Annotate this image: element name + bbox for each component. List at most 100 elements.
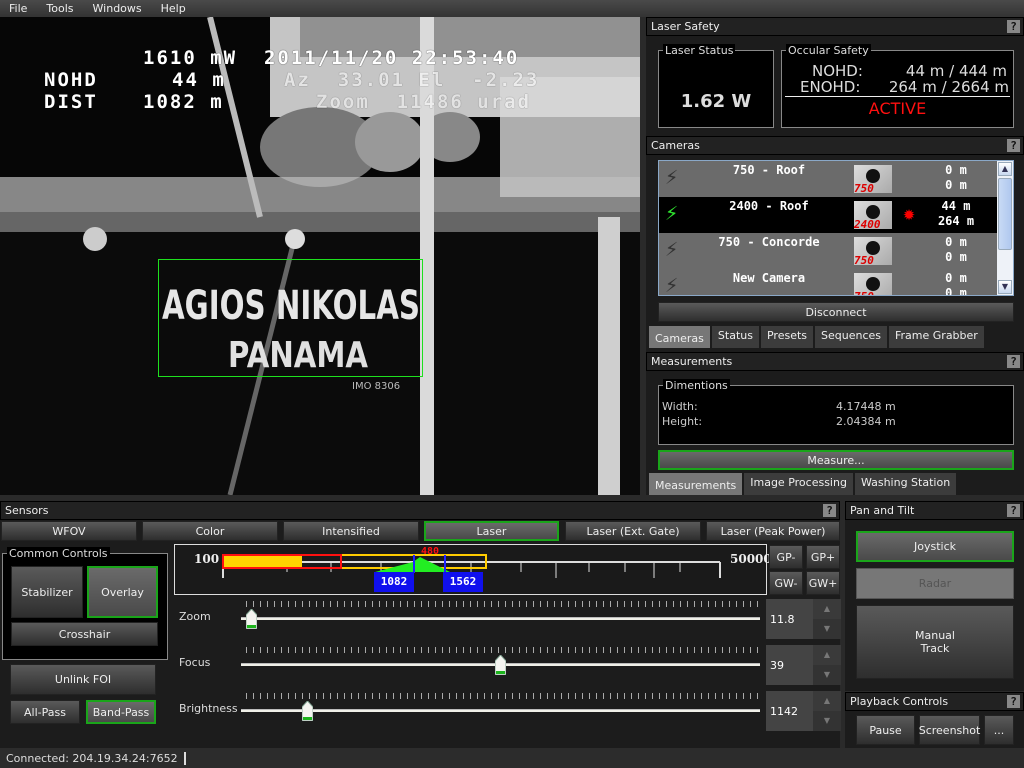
focus-value[interactable]: 39 <box>766 645 813 685</box>
pan-tilt-title-text: Pan and Tilt <box>850 504 915 517</box>
sensors-title-text: Sensors <box>5 504 49 517</box>
camera-row[interactable]: ⚡ 750 - Concorde 750 0 m0 m <box>659 233 999 269</box>
menu-help[interactable]: Help <box>152 2 196 15</box>
laser-power-value: 1.62 W <box>680 91 752 112</box>
range-gate-widget[interactable]: 100 50000 480 1082 1562 <box>174 544 772 595</box>
mode-color-button[interactable]: Color <box>142 521 278 541</box>
focus-spinbox[interactable]: 39 ▲ ▼ <box>766 645 841 685</box>
brightness-slider[interactable] <box>241 709 760 712</box>
gp-minus-button[interactable]: GP- <box>769 545 803 569</box>
help-icon[interactable]: ? <box>823 504 836 517</box>
manual-track-button[interactable]: Manual Track <box>856 605 1014 679</box>
pan-tilt-panel: Pan and Tilt ? Joystick Radar Manual Tra… <box>845 501 1024 691</box>
ocular-safety-group: Occular Safety NOHD: 44 m / 444 m ENOHD:… <box>781 44 1014 128</box>
spin-up-icon[interactable]: ▲ <box>813 645 841 665</box>
spin-down-icon[interactable]: ▼ <box>813 619 841 639</box>
height-label: Height: <box>662 415 703 428</box>
osd-nohd-label: NOHD <box>44 69 98 91</box>
tab-sequences[interactable]: Sequences <box>815 326 887 348</box>
laser-safety-panel: Laser Safety ? Laser Status 1.62 W Occul… <box>646 17 1024 135</box>
brightness-spinbox[interactable]: 1142 ▲ ▼ <box>766 691 841 731</box>
measurements-tabs: Measurements Image Processing Washing St… <box>649 473 957 495</box>
unlink-foi-button[interactable]: Unlink FOI <box>10 664 156 695</box>
crosshair-button[interactable]: Crosshair <box>11 622 158 646</box>
brightness-slider-thumb[interactable] <box>301 701 313 721</box>
zoom-slider-thumb[interactable] <box>246 609 258 629</box>
scroll-up-icon[interactable]: ▲ <box>998 162 1012 176</box>
help-icon[interactable]: ? <box>1007 504 1020 517</box>
camera-list[interactable]: ⚡ 750 - Roof 750 0 m0 m ⚡ 2400 - Roof 24… <box>658 160 1014 296</box>
mode-laser-button[interactable]: Laser <box>424 521 559 541</box>
camera-row[interactable]: ⚡ New Camera 750 0 m0 m <box>659 269 999 295</box>
osd-dist-label: DIST <box>44 91 98 113</box>
camera-row[interactable]: ⚡ 750 - Roof 750 0 m0 m <box>659 161 999 197</box>
overlay-button[interactable]: Overlay <box>87 566 158 618</box>
cameras-title: Cameras ? <box>646 136 1024 155</box>
gw-minus-button[interactable]: GW- <box>769 571 803 595</box>
camera-row-selected[interactable]: ⚡ 2400 - Roof 2400 ✹ 44 m 264 m <box>659 197 999 233</box>
measure-button[interactable]: Measure... <box>658 450 1014 470</box>
laser-status-group: Laser Status 1.62 W <box>658 44 774 128</box>
tab-cameras[interactable]: Cameras <box>649 326 710 348</box>
common-controls-label: Common Controls <box>7 547 110 560</box>
mode-laser-peak-power-button[interactable]: Laser (Peak Power) <box>706 521 840 541</box>
zoom-slider[interactable] <box>241 617 760 620</box>
menu-tools[interactable]: Tools <box>37 2 83 15</box>
sensors-title: Sensors ? <box>0 501 840 520</box>
laser-status-label: Laser Status <box>663 44 736 57</box>
help-icon[interactable]: ? <box>1007 20 1020 33</box>
menu-windows[interactable]: Windows <box>84 2 152 15</box>
zoom-value[interactable]: 11.8 <box>766 599 813 639</box>
gp-plus-button[interactable]: GP+ <box>806 545 840 569</box>
focus-slider-thumb[interactable] <box>495 655 506 675</box>
tab-image-processing[interactable]: Image Processing <box>744 473 853 495</box>
spin-down-icon[interactable]: ▼ <box>813 665 841 685</box>
gw-plus-button[interactable]: GW+ <box>806 571 840 595</box>
gate-start-value[interactable]: 1082 <box>374 572 414 592</box>
scroll-thumb[interactable] <box>998 178 1012 250</box>
menu-file[interactable]: File <box>0 2 37 15</box>
scroll-down-icon[interactable]: ▼ <box>998 280 1012 294</box>
measurement-roi-box[interactable] <box>158 259 423 377</box>
band-pass-button[interactable]: Band-Pass <box>86 700 156 724</box>
zoom-label: Zoom <box>179 610 211 623</box>
stabilizer-button[interactable]: Stabilizer <box>11 566 83 618</box>
help-icon[interactable]: ? <box>1007 139 1020 152</box>
pan-tilt-title: Pan and Tilt ? <box>845 501 1024 520</box>
joystick-button[interactable]: Joystick <box>856 531 1014 562</box>
tab-frame-grabber[interactable]: Frame Grabber <box>889 326 984 348</box>
tab-washing-station[interactable]: Washing Station <box>854 473 957 495</box>
width-label: Width: <box>662 400 698 413</box>
brightness-value[interactable]: 1142 <box>766 691 813 731</box>
all-pass-button[interactable]: All-Pass <box>10 700 80 724</box>
mode-wfov-button[interactable]: WFOV <box>1 521 137 541</box>
tab-presets[interactable]: Presets <box>760 326 813 348</box>
disconnect-button[interactable]: Disconnect <box>658 302 1014 322</box>
mode-intensified-button[interactable]: Intensified <box>283 521 419 541</box>
help-icon[interactable]: ? <box>1007 355 1020 368</box>
gate-end-value[interactable]: 1562 <box>443 572 483 592</box>
spin-up-icon[interactable]: ▲ <box>813 691 841 711</box>
spin-up-icon[interactable]: ▲ <box>813 599 841 619</box>
manual-track-label-1: Manual <box>915 629 955 642</box>
common-controls-group: Common Controls Stabilizer Overlay Cross… <box>2 547 168 660</box>
screenshot-button[interactable]: Screenshot <box>919 715 980 745</box>
camera-list-scrollbar[interactable]: ▲ ▼ <box>997 161 1013 295</box>
osd-zoom: Zoom 11486 urad <box>316 91 532 113</box>
osd-nohd-value: 44 m <box>172 69 226 91</box>
tab-status[interactable]: Status <box>711 326 759 348</box>
lightning-icon: ⚡ <box>665 237 679 262</box>
cameras-panel: Cameras ? ⚡ 750 - Roof 750 0 m0 m ⚡ 2400… <box>646 136 1024 349</box>
video-feed[interactable]: AGIOS NIKOLAS PANAMA IMO 8306 1610 mW 20… <box>0 17 640 495</box>
measurements-panel: Measurements ? Dimentions Width: 4.17448… <box>646 352 1024 495</box>
lightning-icon: ⚡ <box>665 201 679 226</box>
tab-measurements[interactable]: Measurements <box>649 473 743 495</box>
spin-down-icon[interactable]: ▼ <box>813 711 841 731</box>
camera-distances: 0 m0 m <box>945 163 967 192</box>
zoom-spinbox[interactable]: 11.8 ▲ ▼ <box>766 599 841 639</box>
radar-button: Radar <box>856 568 1014 599</box>
mode-laser-ext-gate-button[interactable]: Laser (Ext. Gate) <box>565 521 701 541</box>
help-icon[interactable]: ? <box>1007 695 1020 708</box>
pause-button[interactable]: Pause <box>856 715 915 745</box>
more-button[interactable]: ... <box>984 715 1014 745</box>
